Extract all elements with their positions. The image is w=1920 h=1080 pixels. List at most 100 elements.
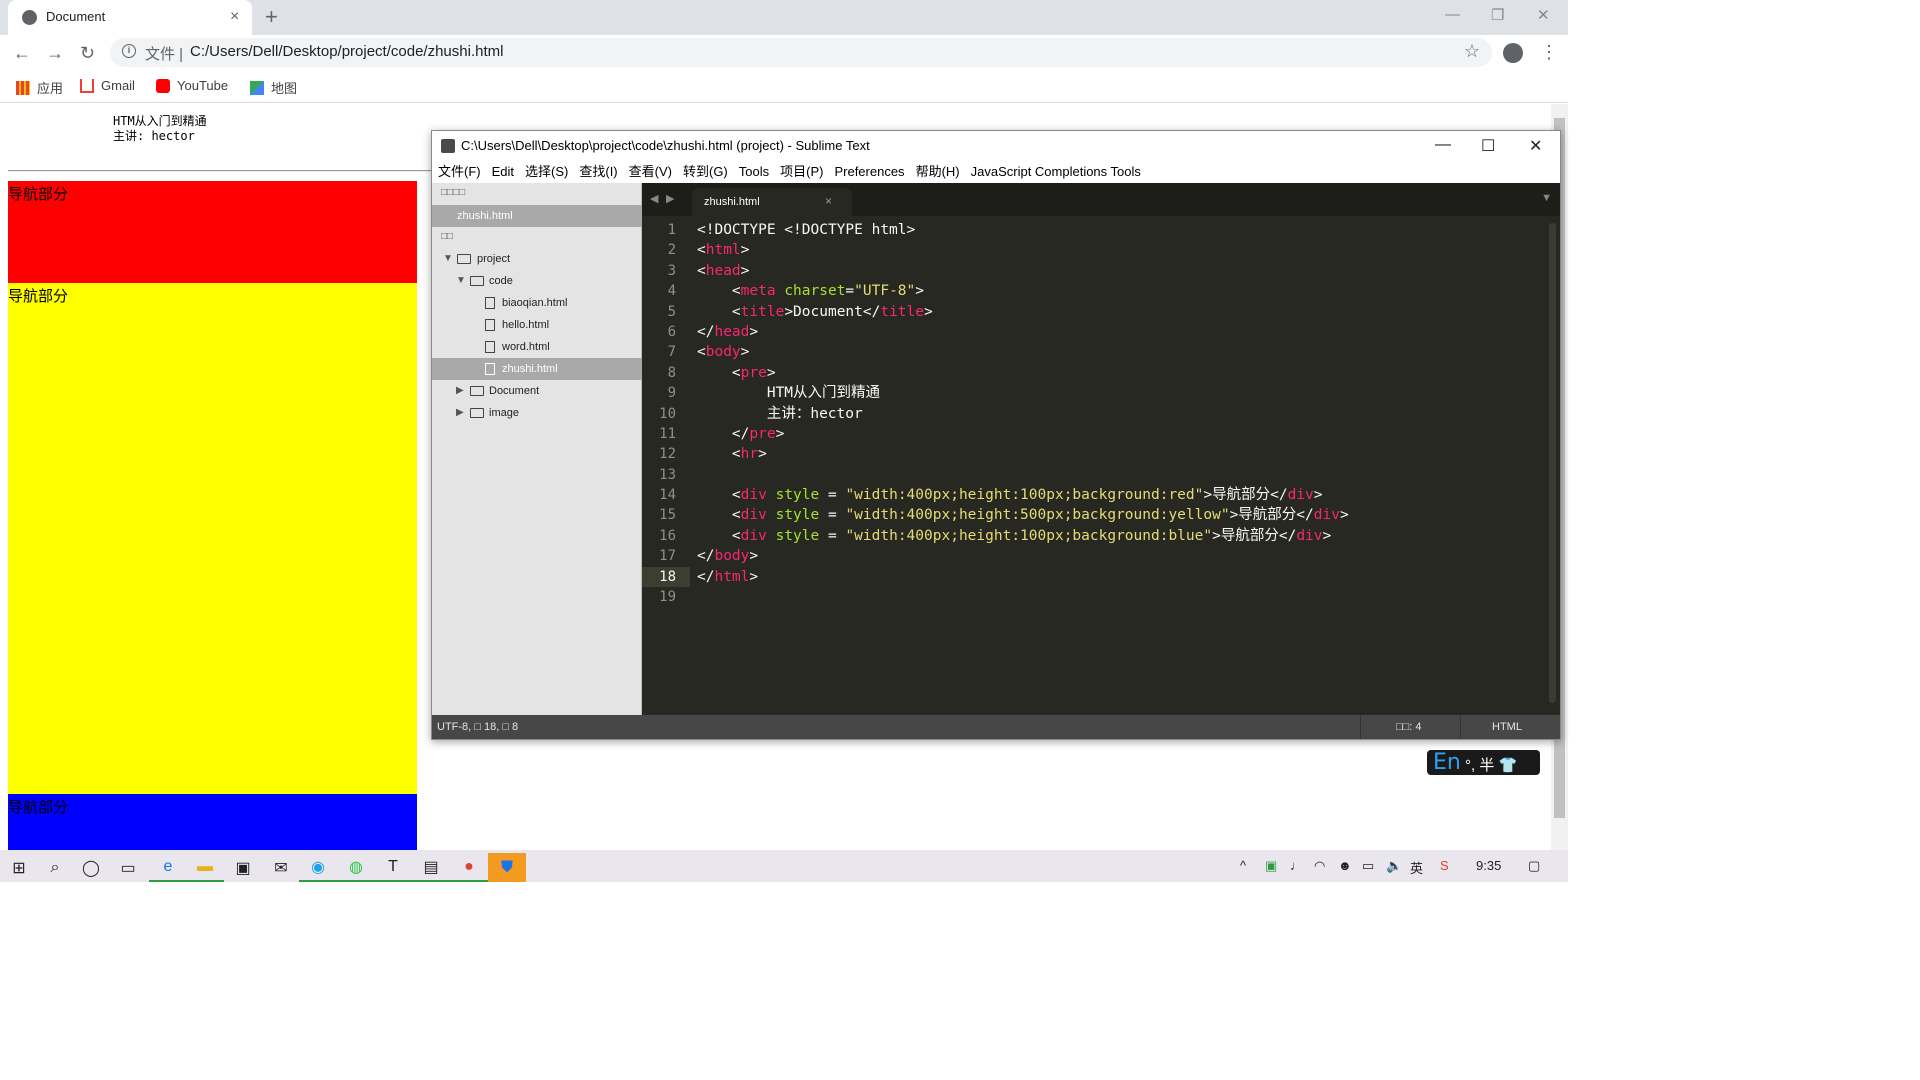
tree-file-zhushi[interactable]: zhushi.html — [432, 358, 642, 380]
bookmark-youtube[interactable]: YouTube — [156, 78, 228, 93]
tree-file-biaoqian[interactable]: biaoqian.html — [432, 292, 642, 314]
browser-tab[interactable]: Document × — [8, 0, 252, 35]
ime-toolbar[interactable]: En °, 半 👕 — [1427, 750, 1540, 775]
battery-icon[interactable]: ▭ — [1362, 858, 1374, 874]
code-line: <div style = "width:400px;height:100px;b… — [697, 527, 1332, 544]
sublime-minimize-button[interactable]: — — [1435, 136, 1451, 154]
menu-help[interactable]: 帮助(H) — [916, 162, 960, 183]
sublime-close-button[interactable]: ✕ — [1529, 136, 1542, 156]
status-syntax[interactable]: HTML — [1492, 721, 1522, 733]
file-explorer-icon[interactable]: ▬ — [186, 853, 224, 882]
menu-kebab-icon[interactable]: ⋮ — [1540, 42, 1558, 63]
expanded-arrow-icon: ▼ — [456, 275, 466, 286]
wechat-icon[interactable]: ◍ — [337, 853, 375, 882]
address-bar[interactable]: i 文件 | C:/Users/Dell/Desktop/project/cod… — [110, 38, 1492, 67]
menu-selection[interactable]: 选择(S) — [525, 162, 568, 183]
ime-lang[interactable]: En — [1433, 750, 1461, 775]
status-indent[interactable]: □□: 4 — [1396, 721, 1422, 733]
store-icon[interactable]: ▣ — [224, 853, 262, 882]
menu-file[interactable]: 文件(F) — [438, 162, 481, 183]
editor-scrollbar[interactable] — [1549, 223, 1556, 703]
ime-tray-icon[interactable]: 英 — [1410, 858, 1423, 877]
windows-start-icon[interactable]: ⊞ — [0, 853, 38, 882]
new-tab-button[interactable]: + — [265, 4, 278, 30]
tab-left-arrow-icon[interactable]: ◀ — [650, 192, 658, 205]
close-tab-icon[interactable]: × — [825, 194, 832, 208]
menu-view[interactable]: 查看(V) — [629, 162, 672, 183]
folder-icon — [470, 386, 484, 396]
ime-mode[interactable]: °, 半 👕 — [1465, 754, 1517, 775]
profile-avatar-icon[interactable] — [1503, 43, 1523, 63]
ime-s-icon[interactable]: S — [1440, 858, 1449, 873]
menu-tools[interactable]: Tools — [739, 162, 769, 183]
line-number: 15 — [659, 507, 676, 524]
tree-folder-project[interactable]: ▼ project — [432, 248, 642, 270]
pre-line-title: HTM从入门到精通 — [113, 114, 207, 128]
mail-icon[interactable]: ✉ — [262, 853, 300, 882]
editor-tab[interactable]: zhushi.html × — [692, 188, 852, 216]
code-text: 主讲：hector — [766, 405, 863, 422]
site-info-icon[interactable]: i — [122, 44, 136, 58]
notification-icon[interactable]: ▢ — [1528, 858, 1540, 874]
tree-label: word.html — [502, 341, 550, 353]
editor-pane[interactable]: ◀ ▶ zhushi.html × ▼ 1 2 3 4 5 6 7 8 9 10 11 12 13 14 1… — [642, 183, 1560, 715]
tree-file-word[interactable]: word.html — [432, 336, 642, 358]
menu-js-completions[interactable]: JavaScript Completions Tools — [971, 162, 1141, 183]
sublime-icon[interactable]: ▤ — [412, 853, 450, 882]
line-number: 11 — [659, 425, 676, 442]
bookmark-apps[interactable]: 应用 — [16, 78, 63, 97]
tray-expand-icon[interactable]: ^ — [1240, 858, 1246, 873]
cortana-icon[interactable]: ◯ — [72, 853, 110, 882]
close-window-button[interactable]: ✕ — [1537, 6, 1550, 24]
chrome-icon[interactable]: ● — [450, 853, 488, 882]
typora-icon[interactable]: T — [374, 853, 412, 882]
tree-label: code — [489, 275, 513, 287]
restore-button[interactable]: ❐ — [1491, 6, 1504, 24]
sublime-maximize-button[interactable]: ☐ — [1481, 136, 1495, 156]
security-icon[interactable]: ⛊ — [488, 853, 526, 882]
tree-folder-image[interactable]: ▶ image — [432, 402, 642, 424]
edge-icon[interactable]: e — [149, 853, 187, 882]
tab-dropdown-icon[interactable]: ▼ — [1541, 192, 1552, 204]
task-view-icon[interactable]: ▭ — [109, 853, 147, 882]
tray-app-icon[interactable]: ▣ — [1265, 858, 1277, 874]
qq-tray-icon[interactable]: ☻ — [1338, 858, 1352, 873]
volume-icon[interactable]: 🔈 — [1386, 858, 1402, 874]
menu-preferences[interactable]: Preferences — [834, 162, 904, 183]
bookmark-label: 应用 — [37, 81, 64, 96]
clock[interactable]: 9:35 — [1476, 858, 1501, 873]
bookmark-label: 地图 — [271, 81, 298, 96]
pre-line-lecturer: 主讲: hector — [113, 129, 195, 143]
microphone-icon[interactable]: ♩ — [1290, 858, 1303, 873]
bookmark-gmail[interactable]: Gmail — [80, 78, 135, 93]
line-number: 12 — [659, 446, 676, 463]
line-number: 2 — [667, 242, 676, 259]
menu-project[interactable]: 项目(P) — [780, 162, 823, 183]
menu-goto[interactable]: 转到(G) — [683, 162, 728, 183]
forward-button[interactable]: → — [46, 43, 64, 64]
bookmark-star-icon[interactable]: ☆ — [1464, 41, 1480, 62]
search-icon[interactable]: ⌕ — [36, 853, 74, 882]
reload-button[interactable]: ↻ — [80, 43, 95, 64]
tree-folder-code[interactable]: ▼ code — [432, 270, 642, 292]
youtube-icon — [156, 78, 170, 93]
close-tab-icon[interactable]: × — [230, 8, 239, 26]
apps-grid-icon — [16, 80, 30, 95]
back-button[interactable]: ← — [13, 43, 31, 64]
folders-header: □□ — [441, 231, 454, 242]
bookmark-maps[interactable]: 地图 — [250, 78, 297, 97]
code-area[interactable]: <!DOCTYPE <!DOCTYPE html> <html> <head> … — [697, 220, 1547, 607]
qq-icon[interactable]: ◉ — [299, 853, 337, 882]
code-string: "width:400px;height:500px;background:yel… — [845, 507, 1230, 524]
url-text[interactable]: C:/Users/Dell/Desktop/project/code/zhush… — [190, 43, 503, 60]
nav-div-yellow: 导航部分 — [8, 283, 417, 794]
minimize-button[interactable]: — — [1445, 6, 1460, 23]
menu-find[interactable]: 查找(I) — [579, 162, 617, 183]
gmail-icon — [80, 78, 94, 93]
menu-edit[interactable]: Edit — [492, 162, 514, 183]
wifi-icon[interactable]: ◠ — [1314, 858, 1325, 874]
tree-file-hello[interactable]: hello.html — [432, 314, 642, 336]
tree-folder-document[interactable]: ▶ Document — [432, 380, 642, 402]
tab-right-arrow-icon[interactable]: ▶ — [666, 192, 674, 205]
open-file-item[interactable]: zhushi.html — [432, 205, 642, 227]
